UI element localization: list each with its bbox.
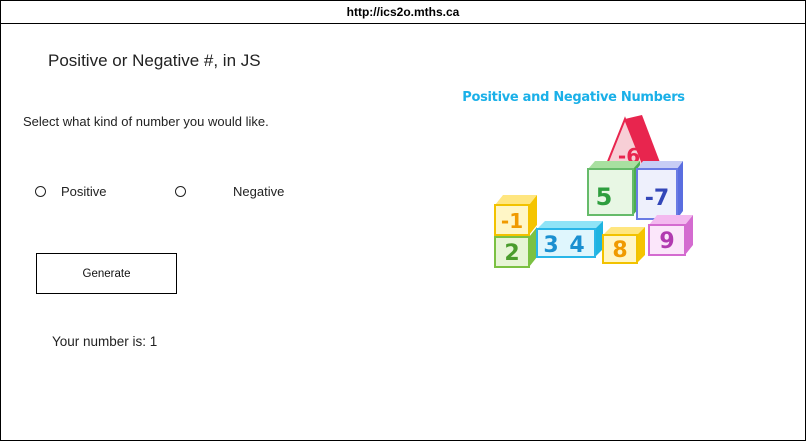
negative-option[interactable]: Negative: [175, 183, 284, 199]
block-minus-one: -1: [494, 195, 537, 236]
block-label: 5: [596, 183, 613, 211]
positive-option[interactable]: Positive: [35, 183, 107, 199]
number-blocks-image: -6 5 -7 -1 2 3 4 8 9 Positive and Negati…: [441, 87, 711, 277]
instruction-text: Select what kind of number you would lik…: [23, 114, 269, 129]
positive-label[interactable]: Positive: [61, 184, 107, 199]
browser-window: http://ics2o.mths.ca Positive or Negativ…: [0, 0, 806, 441]
block-label: 3: [543, 233, 558, 258]
block-nine: 9: [648, 215, 693, 256]
block-label: -1: [501, 209, 523, 233]
page-title: Positive or Negative #, in JS: [48, 51, 261, 70]
address-bar[interactable]: http://ics2o.mths.ca: [1, 1, 805, 24]
generate-button[interactable]: Generate: [36, 253, 177, 294]
block-label: 9: [659, 229, 674, 254]
block-label: 4: [569, 233, 584, 258]
block-minus-seven: -7: [636, 161, 683, 220]
block-label: 2: [504, 241, 519, 266]
blocks-illustration: -6 5 -7 -1 2 3 4 8 9: [494, 115, 693, 268]
image-title: Positive and Negative Numbers: [462, 90, 685, 105]
block-eight: 8: [602, 227, 645, 264]
block-label: 8: [612, 238, 627, 263]
result-text: Your number is: 1: [52, 334, 158, 349]
block-label: -7: [645, 186, 669, 211]
block-five: 5: [587, 161, 640, 216]
positive-radio[interactable]: [35, 185, 46, 197]
block-three-four: 3 4: [536, 221, 603, 258]
negative-label[interactable]: Negative: [233, 184, 284, 199]
negative-radio[interactable]: [175, 185, 186, 197]
block-triangle: -6: [603, 115, 661, 170]
